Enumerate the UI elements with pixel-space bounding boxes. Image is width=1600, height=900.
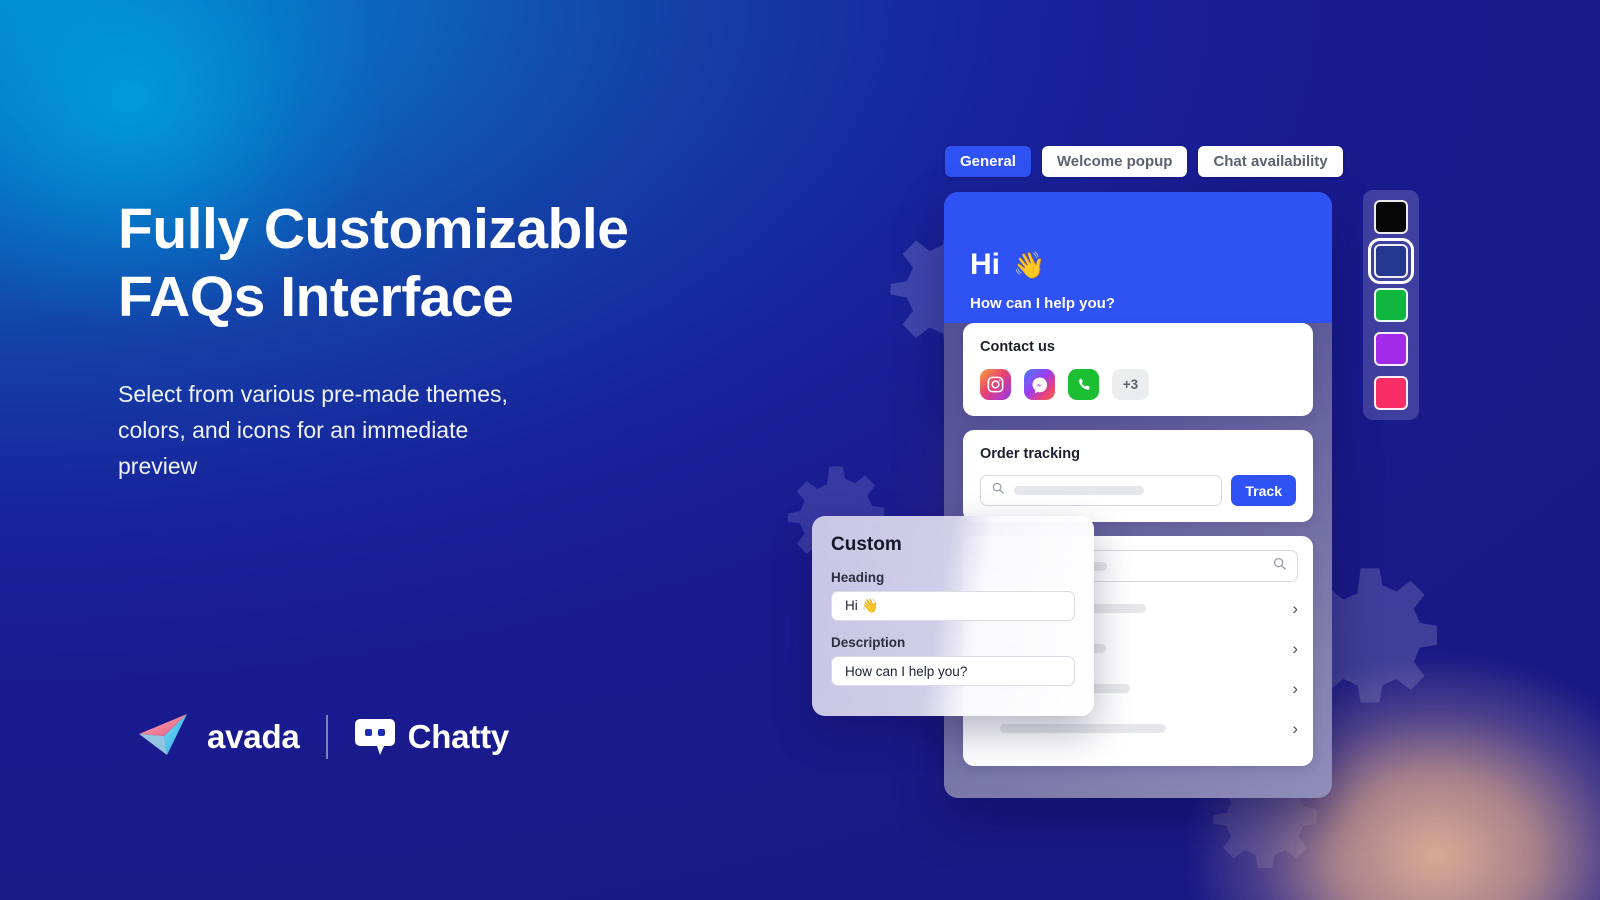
description-label: Description [831, 635, 906, 650]
brand-lockup: avada Chatty [137, 712, 509, 761]
messenger-icon[interactable] [1024, 369, 1055, 400]
chevron-right-icon: › [1292, 598, 1298, 618]
tab-general[interactable]: General [945, 146, 1031, 177]
order-tracking-card: Order tracking Track [963, 430, 1313, 522]
chevron-right-icon: › [1292, 718, 1298, 738]
chevron-right-icon: › [1292, 678, 1298, 698]
whatsapp-icon[interactable] [1068, 369, 1099, 400]
instagram-icon[interactable] [980, 369, 1011, 400]
contact-us-card: Contact us +3 [963, 323, 1313, 416]
avada-wordmark: avada [207, 717, 300, 755]
paper-plane-icon [137, 712, 195, 761]
swatch-green[interactable] [1374, 288, 1408, 322]
color-palette [1363, 190, 1419, 420]
settings-tabs: General Welcome popup Chat availability [945, 146, 1343, 177]
heading-label: Heading [831, 570, 885, 585]
custom-panel-title: Custom [831, 534, 902, 555]
order-tracking-placeholder [1014, 486, 1144, 495]
swatch-pink[interactable] [1374, 376, 1408, 410]
search-icon [1272, 556, 1287, 576]
faq-item-skeleton [1000, 723, 1166, 733]
search-icon [991, 481, 1005, 500]
description-field[interactable]: How can I help you? [831, 656, 1075, 686]
hero-subtitle: Select from various pre-made themes, col… [118, 380, 508, 480]
widget-greeting-text: Hi [970, 248, 1000, 281]
order-tracking-title: Order tracking [980, 446, 1080, 462]
page-title: Fully Customizable FAQs Interface [118, 197, 629, 329]
more-channels-badge[interactable]: +3 [1112, 369, 1149, 400]
contact-us-title: Contact us [980, 339, 1055, 355]
custom-settings-panel: Custom Heading Hi 👋 Description How can … [812, 516, 1094, 716]
contact-channel-list: +3 [980, 369, 1296, 400]
widget-header: Hi 👋 How can I help you? [944, 192, 1332, 323]
hero-copy: Fully Customizable FAQs Interface Select… [118, 196, 758, 485]
swatch-navy[interactable] [1368, 238, 1414, 284]
swatch-black[interactable] [1374, 200, 1408, 234]
chatty-logo: Chatty [354, 718, 509, 756]
track-button[interactable]: Track [1231, 475, 1296, 506]
order-tracking-row: Track [980, 475, 1296, 506]
chevron-right-icon: › [1292, 638, 1298, 658]
chatty-wordmark: Chatty [407, 717, 510, 755]
logo-divider [325, 714, 328, 759]
chat-bubble-icon [354, 718, 396, 756]
widget-subtitle: How can I help you? [970, 295, 1116, 312]
tab-welcome-popup[interactable]: Welcome popup [1041, 146, 1188, 177]
tab-chat-availability[interactable]: Chat availability [1198, 146, 1343, 177]
waving-hand-icon: 👋 [1013, 250, 1046, 280]
heading-field[interactable]: Hi 👋 [831, 591, 1075, 621]
order-tracking-input[interactable] [980, 475, 1223, 506]
avada-logo: avada [137, 712, 300, 761]
swatch-purple[interactable] [1374, 332, 1408, 366]
widget-greeting: Hi 👋 [970, 250, 1306, 280]
